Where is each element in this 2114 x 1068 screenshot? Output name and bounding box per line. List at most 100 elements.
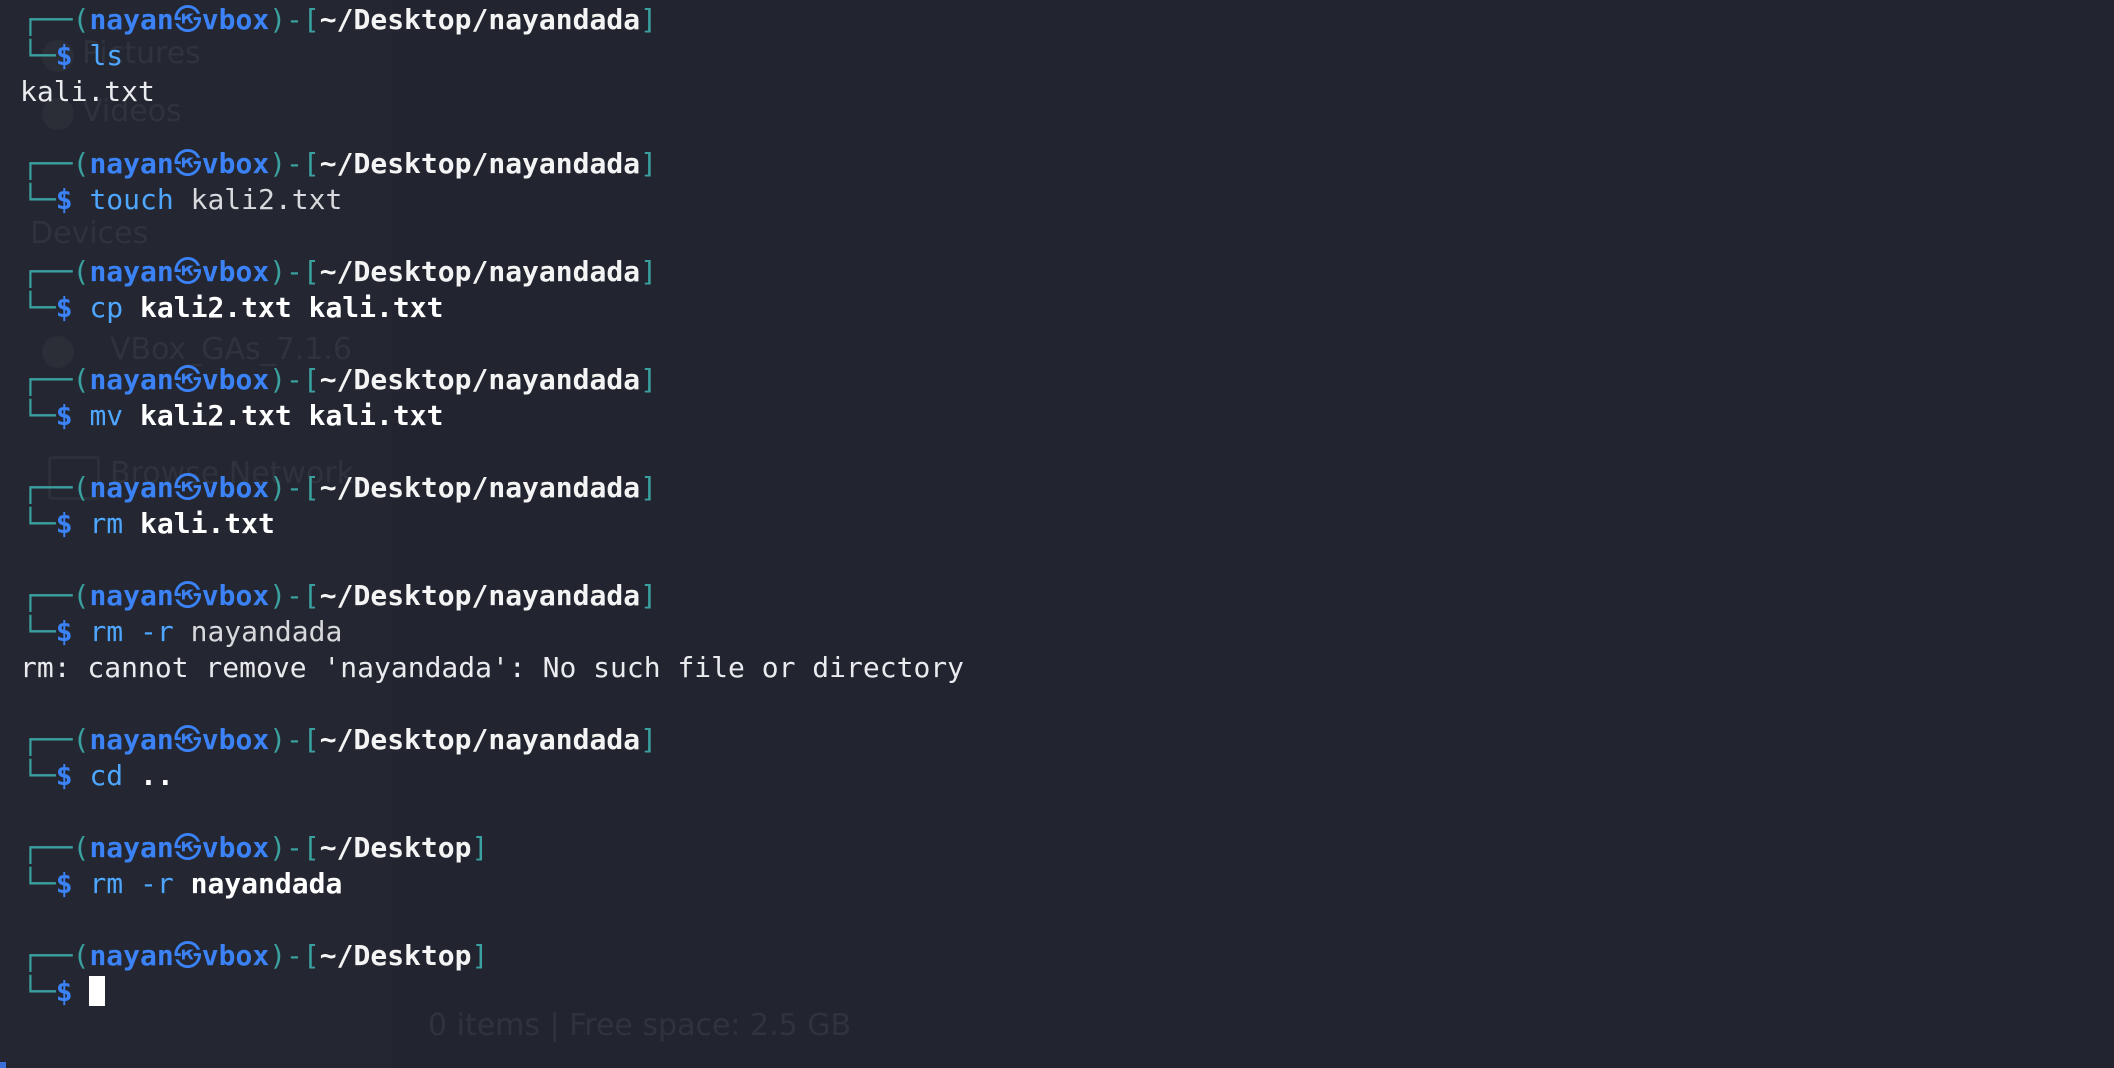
prompt-frame: └─	[22, 507, 56, 540]
command-argument: kali2.txt	[190, 183, 343, 216]
prompt-frame: ┌──(	[22, 3, 90, 36]
prompt-frame: ]	[640, 579, 657, 612]
command-argument: kali2.txt	[140, 291, 292, 324]
prompt-frame: └─	[22, 39, 56, 72]
prompt-frame: )-[	[269, 255, 320, 288]
prompt-frame: )-[	[269, 147, 320, 180]
command-name: mv	[89, 399, 124, 432]
prompt-frame: └─	[22, 615, 56, 648]
prompt-dollar: $	[55, 399, 73, 432]
prompt-path: ~/Desktop/nayandada	[319, 147, 641, 180]
prompt-host: vbox	[201, 3, 270, 36]
prompt-frame: ]	[640, 147, 657, 180]
prompt-frame: └─	[22, 183, 56, 216]
prompt-host: vbox	[201, 579, 270, 612]
command-block: ┌──(nayan㉿vbox)-[~/Desktop/nayandada] └─$…	[22, 254, 964, 326]
command-argument: ..	[140, 759, 174, 792]
prompt-line: ┌──(nayan㉿vbox)-[~/Desktop]	[22, 938, 964, 974]
background-status-bar: 0 items | Free space: 2.5 GB	[428, 1008, 852, 1043]
prompt-host: vbox	[201, 939, 270, 972]
prompt-dollar: $	[55, 867, 73, 900]
prompt-host: vbox	[201, 831, 270, 864]
prompt-frame: ]	[471, 831, 489, 864]
prompt-frame: ┌──(	[22, 363, 90, 396]
prompt-frame: └─	[22, 291, 56, 324]
prompt-user: nayan	[89, 255, 174, 288]
prompt-user: nayan	[89, 831, 174, 864]
prompt-at-icon: ㉿	[173, 147, 202, 180]
prompt-host: vbox	[201, 723, 270, 756]
command-argument: nayandada	[190, 615, 343, 648]
command-argument: kali2.txt	[140, 399, 292, 432]
command-name: rm	[89, 615, 124, 648]
command-input-line[interactable]: └─$	[22, 974, 964, 1010]
terminal-window[interactable]: Pictures Videos Devices VBox_GAs_7.1.6 B…	[0, 0, 2114, 1068]
prompt-user: nayan	[89, 939, 174, 972]
prompt-at-icon: ㉿	[173, 723, 202, 756]
command-block: ┌──(nayan㉿vbox)-[~/Desktop] └─$ rm -r nay…	[22, 830, 964, 902]
prompt-user: nayan	[89, 723, 174, 756]
prompt-dollar: $	[55, 759, 73, 792]
prompt-user: nayan	[89, 147, 174, 180]
prompt-frame: └─	[22, 399, 56, 432]
prompt-path: ~/Desktop	[319, 939, 472, 972]
text-cursor[interactable]	[89, 976, 106, 1006]
prompt-path: ~/Desktop/nayandada	[319, 471, 641, 504]
command-line: └─$ rm kali.txt	[22, 506, 964, 542]
command-name: cd	[89, 759, 124, 792]
prompt-frame: )-[	[269, 579, 320, 612]
command-block: ┌──(nayan㉿vbox)-[~/Desktop/nayandada] └─$…	[22, 470, 964, 542]
command-line: └─$ touch kali2.txt	[22, 182, 964, 218]
prompt-at-icon: ㉿	[173, 471, 202, 504]
prompt-path: ~/Desktop/nayandada	[319, 363, 641, 396]
prompt-frame: └─	[22, 867, 56, 900]
command-block: ┌──(nayan㉿vbox)-[~/Desktop/nayandada] └─$…	[22, 146, 964, 218]
prompt-frame: ┌──(	[22, 471, 90, 504]
prompt-frame: ┌──(	[22, 939, 90, 972]
prompt-dollar: $	[55, 507, 73, 540]
prompt-frame: ┌──(	[22, 147, 90, 180]
prompt-dollar: $	[55, 975, 73, 1008]
prompt-path: ~/Desktop	[319, 831, 472, 864]
prompt-line: ┌──(nayan㉿vbox)-[~/Desktop/nayandada]	[22, 2, 964, 38]
prompt-frame: ┌──(	[22, 831, 90, 864]
prompt-host: vbox	[201, 255, 270, 288]
prompt-frame: └─	[22, 759, 56, 792]
command-block: ┌──(nayan㉿vbox)-[~/Desktop] └─$	[22, 938, 964, 1010]
command-output: rm: cannot remove 'nayandada': No such f…	[20, 651, 965, 684]
prompt-host: vbox	[201, 147, 270, 180]
prompt-host: vbox	[201, 471, 270, 504]
prompt-at-icon: ㉿	[173, 3, 202, 36]
prompt-frame: ┌──(	[22, 723, 90, 756]
command-name: rm	[89, 507, 124, 540]
prompt-line: ┌──(nayan㉿vbox)-[~/Desktop/nayandada]	[22, 362, 964, 398]
prompt-path: ~/Desktop/nayandada	[319, 3, 641, 36]
command-argument: kali.txt	[140, 507, 275, 540]
command-name: touch	[89, 183, 174, 216]
command-argument: kali.txt	[308, 291, 444, 324]
prompt-frame: ]	[471, 939, 489, 972]
prompt-at-icon: ㉿	[173, 255, 202, 288]
prompt-frame: )-[	[269, 831, 320, 864]
window-corner	[0, 1062, 6, 1068]
prompt-frame: ┌──(	[22, 579, 90, 612]
prompt-line: ┌──(nayan㉿vbox)-[~/Desktop]	[22, 830, 964, 866]
prompt-at-icon: ㉿	[173, 363, 202, 396]
prompt-line: ┌──(nayan㉿vbox)-[~/Desktop/nayandada]	[22, 578, 964, 614]
command-line: └─$ rm -r nayandada	[22, 614, 964, 650]
prompt-line: ┌──(nayan㉿vbox)-[~/Desktop/nayandada]	[22, 146, 964, 182]
prompt-frame: ]	[640, 255, 657, 288]
command-line: └─$ rm -r nayandada	[22, 866, 964, 902]
prompt-dollar: $	[55, 291, 73, 324]
prompt-path: ~/Desktop/nayandada	[319, 255, 641, 288]
terminal-output: ┌──(nayan㉿vbox)-[~/Desktop/nayandada] └─$…	[20, 2, 965, 1010]
command-line: └─$ cp kali2.txt kali.txt	[22, 290, 964, 326]
prompt-frame: )-[	[269, 939, 320, 972]
command-block: ┌──(nayan㉿vbox)-[~/Desktop/nayandada] └─$…	[22, 722, 964, 794]
prompt-path: ~/Desktop/nayandada	[319, 579, 641, 612]
prompt-frame: )-[	[269, 471, 320, 504]
command-name: cp	[89, 291, 124, 324]
prompt-user: nayan	[89, 579, 174, 612]
command-block: ┌──(nayan㉿vbox)-[~/Desktop/nayandada] └─$…	[20, 2, 964, 110]
prompt-frame: └─	[22, 975, 56, 1008]
